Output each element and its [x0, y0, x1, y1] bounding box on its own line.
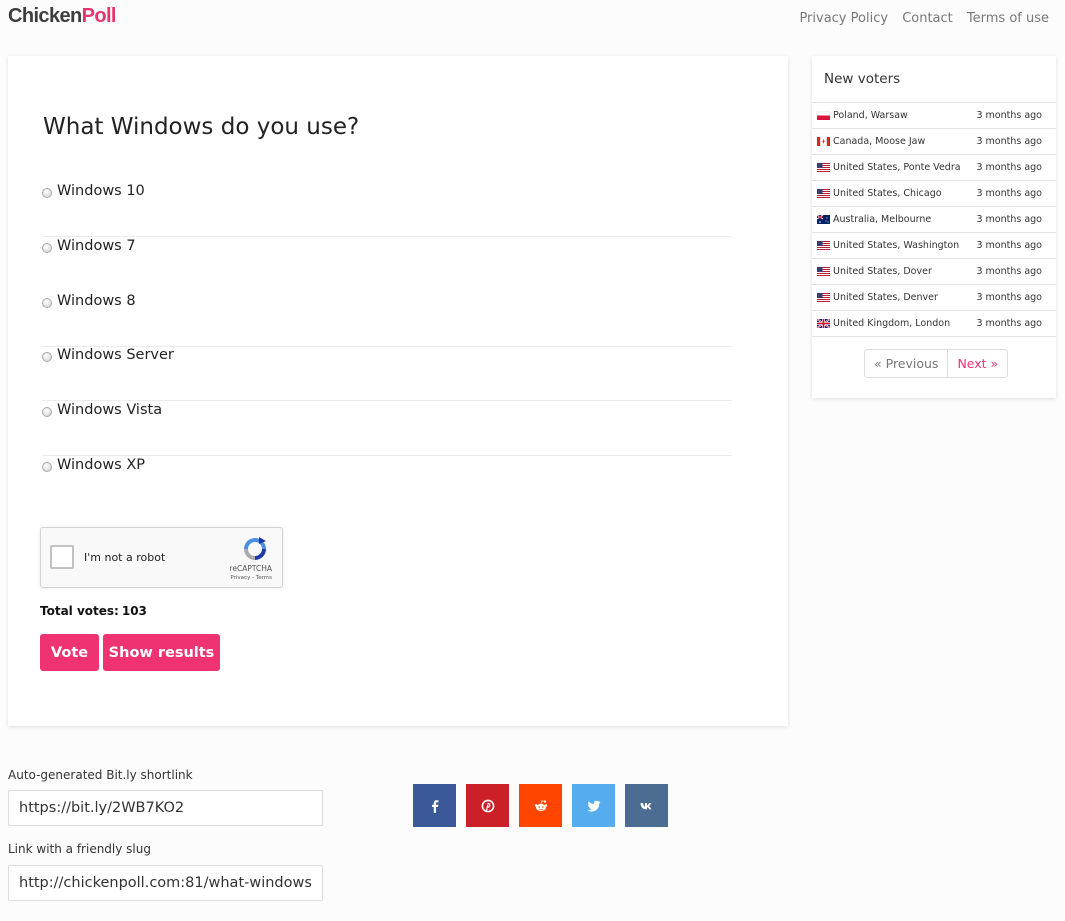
vote-button[interactable]: Vote — [40, 634, 99, 671]
flag-gb-icon — [817, 319, 830, 328]
new-voters-card: New voters Poland, Warsaw 3 months ago C… — [812, 56, 1056, 398]
voter-row: United States, Chicago 3 months ago — [812, 181, 1056, 207]
voter-row: Canada, Moose Jaw 3 months ago — [812, 129, 1056, 155]
recaptcha-brand: reCAPTCHA — [229, 564, 272, 573]
option-label: Windows 10 — [57, 183, 145, 199]
flag-us-icon — [817, 189, 830, 198]
show-results-button[interactable]: Show results — [103, 634, 220, 671]
recaptcha-links[interactable]: Privacy - Terms — [230, 575, 272, 581]
share-facebook-button[interactable] — [413, 784, 456, 827]
voter-location: United States, Denver — [833, 292, 938, 303]
poll-card: What Windows do you use? Windows 10 Wind… — [8, 56, 788, 726]
share-vk-button[interactable] — [625, 784, 668, 827]
top-nav: Privacy Policy Contact Terms of use — [789, 11, 1049, 26]
poll-option[interactable]: Windows 8 — [42, 293, 732, 347]
flag-us-icon — [817, 267, 830, 276]
next-page-button[interactable]: Next » — [948, 350, 1007, 377]
voter-location: United States, Ponte Vedra — [833, 162, 961, 173]
voter-location: United States, Washington — [833, 240, 960, 251]
voter-location: United Kingdom, London — [833, 318, 951, 329]
shortlink-input[interactable] — [8, 790, 323, 826]
twitter-icon — [587, 800, 600, 812]
flag-us-icon — [817, 163, 830, 172]
nav-privacy-policy[interactable]: Privacy Policy — [799, 11, 888, 26]
recaptcha-widget: I'm not a robot reCAPTCHA Privacy - Term… — [40, 527, 283, 588]
flag-ca-icon — [817, 137, 830, 146]
total-votes-count: 103 — [121, 604, 147, 618]
total-votes-label: Total votes: — [40, 604, 119, 618]
flag-au-icon — [817, 215, 830, 224]
previous-page-button[interactable]: « Previous — [865, 350, 949, 377]
recaptcha-label: I'm not a robot — [84, 551, 166, 564]
voter-time: 3 months ago — [976, 214, 1042, 225]
voter-row: Poland, Warsaw 3 months ago — [812, 103, 1056, 129]
shortlink-label: Auto-generated Bit.ly shortlink — [8, 768, 193, 782]
poll-option[interactable]: Windows 10 — [42, 183, 732, 237]
slug-link-label: Link with a friendly slug — [8, 842, 151, 856]
slug-link-input[interactable] — [8, 865, 323, 901]
logo[interactable]: ChickenPoll — [8, 5, 116, 28]
nav-terms-of-use[interactable]: Terms of use — [967, 11, 1049, 26]
flag-pl-icon — [817, 111, 830, 120]
voter-row: United States, Denver 3 months ago — [812, 285, 1056, 311]
share-twitter-button[interactable] — [572, 784, 615, 827]
option-label: Windows Server — [57, 347, 174, 363]
vk-icon — [640, 802, 651, 809]
voter-location: Canada, Moose Jaw — [833, 136, 926, 147]
logo-text-part1: Chicken — [8, 5, 82, 27]
new-voters-title: New voters — [824, 71, 901, 87]
voter-location: Australia, Melbourne — [833, 214, 932, 225]
voter-time: 3 months ago — [976, 188, 1042, 199]
option-label: Windows Vista — [57, 402, 163, 418]
facebook-icon — [431, 799, 438, 813]
voter-row: United Kingdom, London 3 months ago — [812, 311, 1056, 337]
reddit-icon — [534, 799, 547, 811]
option-label: Windows XP — [57, 457, 146, 473]
voter-location: Poland, Warsaw — [833, 110, 908, 121]
nav-contact[interactable]: Contact — [902, 11, 953, 26]
poll-question: What Windows do you use? — [43, 114, 360, 140]
voter-location: United States, Chicago — [833, 188, 942, 199]
logo-text-part2: Poll — [81, 5, 117, 27]
radio-button[interactable] — [42, 407, 52, 417]
radio-button[interactable] — [42, 352, 52, 362]
voter-time: 3 months ago — [976, 162, 1042, 173]
voters-pagination: « Previous Next » — [864, 349, 1009, 378]
voter-row: United States, Washington 3 months ago — [812, 233, 1056, 259]
recaptcha-checkbox[interactable] — [50, 545, 74, 569]
share-pinterest-button[interactable] — [466, 784, 509, 827]
voter-row: United States, Ponte Vedra 3 months ago — [812, 155, 1056, 181]
poll-option[interactable]: Windows XP — [42, 457, 732, 511]
voter-time: 3 months ago — [976, 240, 1042, 251]
radio-button[interactable] — [42, 462, 52, 472]
pinterest-icon — [481, 799, 494, 812]
voter-time: 3 months ago — [976, 110, 1042, 121]
flag-us-icon — [817, 241, 830, 250]
total-votes: Total votes: 103 — [40, 604, 147, 618]
recaptcha-logo-icon — [244, 537, 266, 560]
voter-time: 3 months ago — [976, 318, 1042, 329]
voter-time: 3 months ago — [976, 266, 1042, 277]
poll-option[interactable]: Windows Server — [42, 347, 732, 401]
voter-location: United States, Dover — [833, 266, 932, 277]
voter-time: 3 months ago — [976, 136, 1042, 147]
radio-button[interactable] — [42, 188, 52, 198]
flag-us-icon — [817, 293, 830, 302]
share-reddit-button[interactable] — [519, 784, 562, 827]
option-label: Windows 8 — [57, 293, 136, 309]
voter-row: Australia, Melbourne 3 months ago — [812, 207, 1056, 233]
option-label: Windows 7 — [57, 238, 136, 254]
poll-option[interactable]: Windows Vista — [42, 402, 732, 456]
radio-button[interactable] — [42, 298, 52, 308]
voter-time: 3 months ago — [976, 292, 1042, 303]
poll-option[interactable]: Windows 7 — [42, 238, 732, 292]
voter-list: Poland, Warsaw 3 months ago Canada, Moos… — [812, 102, 1056, 337]
voter-row: United States, Dover 3 months ago — [812, 259, 1056, 285]
radio-button[interactable] — [42, 243, 52, 253]
